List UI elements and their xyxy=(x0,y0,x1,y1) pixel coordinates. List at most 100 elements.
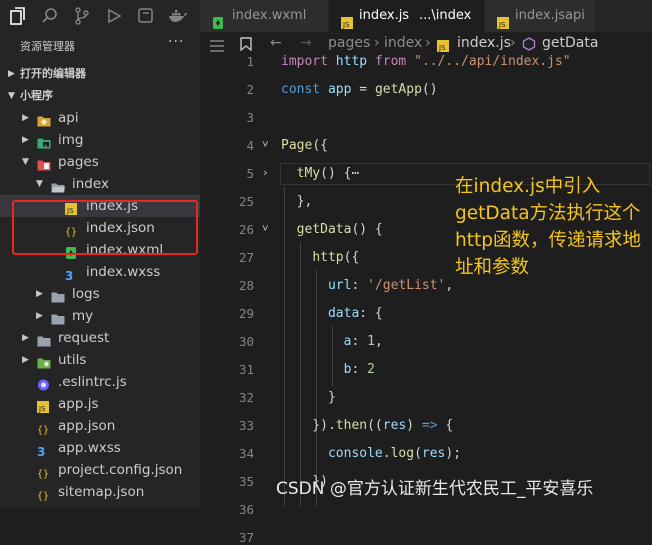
code-token: ( xyxy=(414,446,422,461)
fold-collapsed-icon[interactable]: › xyxy=(262,166,269,179)
wxss-file-icon: 3 xyxy=(65,266,79,283)
line-number: 4 xyxy=(246,138,254,153)
tab-label: index.js xyxy=(515,8,566,23)
svg-text:JS: JS xyxy=(438,44,446,52)
tree-item-app-js[interactable]: JS app.js xyxy=(0,393,200,415)
code-token: ); xyxy=(445,446,462,461)
chevron-down-icon: ▼ xyxy=(36,179,43,189)
explorer-icon[interactable] xyxy=(8,6,28,26)
code-token: from xyxy=(374,54,407,69)
breadcrumb-item[interactable]: index xyxy=(384,32,422,54)
fold-expanded-icon[interactable]: ˅ xyxy=(262,138,269,152)
fold-expanded-icon[interactable]: ˅ xyxy=(262,222,269,236)
tree-item-utils[interactable]: ▶ utils xyxy=(0,349,200,371)
code-token: ({ xyxy=(343,250,360,265)
source-control-icon[interactable] xyxy=(72,6,92,26)
line-number: 28 xyxy=(238,278,254,293)
json-file-icon: {} xyxy=(37,486,51,502)
svg-text:JS: JS xyxy=(38,405,46,413)
chevron-down-icon: ▼ xyxy=(8,91,15,101)
tree-item-label: index xyxy=(72,176,109,192)
breadcrumb-item[interactable]: index.js xyxy=(457,32,511,54)
docker-icon[interactable] xyxy=(168,6,188,26)
code-line: Page({ xyxy=(281,138,328,153)
line-number: 3 xyxy=(246,110,254,125)
code-token: 1 xyxy=(367,334,375,349)
utils-folder-icon xyxy=(37,354,51,369)
tree-item-pages[interactable]: ▼ pages xyxy=(0,151,200,173)
debug-icon[interactable] xyxy=(104,6,124,26)
folder-open-icon xyxy=(51,178,65,193)
tab-index-wxml[interactable]: index.wxml xyxy=(200,0,329,32)
code-token: url xyxy=(327,278,352,293)
line-number: 27 xyxy=(238,250,254,265)
api-folder-icon xyxy=(37,112,51,127)
tree-item-app-wxss[interactable]: 3 app.wxss xyxy=(0,437,200,459)
code-token: { xyxy=(437,418,454,433)
json-file-icon: {} xyxy=(37,420,51,436)
tree-item-logs[interactable]: ▶ logs xyxy=(0,283,200,305)
tree-item-app-json[interactable]: {} app.json xyxy=(0,415,200,437)
js-file-icon: JS xyxy=(497,10,509,29)
code-token: : xyxy=(351,362,368,377)
code-token: (( xyxy=(367,418,383,433)
wxss-file-icon: 3 xyxy=(37,442,51,459)
line-number: 33 xyxy=(238,418,254,433)
tree-item-label: img xyxy=(58,132,84,148)
line-number: 35 xyxy=(238,474,254,489)
code-line: getData() { xyxy=(281,222,383,237)
section-open-editors[interactable]: ▶ 打开的编辑器 xyxy=(0,63,200,85)
code-token: () { xyxy=(351,222,383,237)
tab-api-index-js[interactable]: JS index.js api xyxy=(485,0,596,32)
tree-item-index-wxss[interactable]: 3 index.wxss xyxy=(0,261,200,283)
tree-item-eslintrc-js[interactable]: .eslintrc.js xyxy=(0,371,200,393)
svg-text:3: 3 xyxy=(37,445,45,457)
tree-item-project-config-json[interactable]: {} project.config.json xyxy=(0,459,200,481)
more-actions-icon[interactable]: ··· xyxy=(168,34,184,50)
tree-item-label: request xyxy=(58,330,110,346)
code-token: getData xyxy=(296,222,352,237)
tree-item-request[interactable]: ▶ request xyxy=(0,327,200,349)
tab-path-suffix: api xyxy=(565,8,585,23)
line-number: 29 xyxy=(238,306,254,321)
line-number: 32 xyxy=(238,390,254,405)
tree-item-img[interactable]: ▶ img xyxy=(0,129,200,151)
code-token: , xyxy=(445,278,454,293)
breadcrumb-item[interactable]: getData xyxy=(542,32,598,54)
tree-item-api[interactable]: ▶ api xyxy=(0,107,200,129)
code-token: 2 xyxy=(367,362,375,377)
section-miniprogram[interactable]: ▼ 小程序 xyxy=(0,85,200,107)
search-icon[interactable] xyxy=(40,6,60,26)
tab-index-js-active[interactable]: JS index.js ...\index xyxy=(329,0,485,32)
code-line: const app = getApp() xyxy=(281,82,438,97)
chevron-right-icon: ▶ xyxy=(22,135,29,145)
tab-label: index.wxml xyxy=(232,8,307,23)
svg-text:{}: {} xyxy=(37,469,49,479)
extensions-icon[interactable] xyxy=(136,6,156,26)
tree-item-sitemap-json[interactable]: {} sitemap.json xyxy=(0,481,200,503)
explorer-title: 资源管理器 xyxy=(20,40,75,53)
tree-item-index[interactable]: ▼ index xyxy=(0,173,200,195)
json-file-icon: {} xyxy=(37,464,51,480)
activity-bar xyxy=(0,0,200,32)
code-line: a: 1, xyxy=(281,334,383,349)
line-number: 1 xyxy=(246,54,254,69)
back-arrow-icon[interactable]: ← xyxy=(270,32,282,54)
tab-path-suffix: ...\index xyxy=(419,8,472,23)
tree-item-label: app.wxss xyxy=(58,440,121,456)
chevron-right-icon: ▶ xyxy=(8,69,15,79)
breadcrumb-item[interactable]: pages xyxy=(328,32,370,54)
code-token: res xyxy=(382,418,407,433)
tree-item-label: index.wxss xyxy=(86,264,161,280)
code-line: console.log(res); xyxy=(281,446,461,461)
forward-arrow-icon[interactable]: → xyxy=(300,32,312,54)
tree-item-my[interactable]: ▶ my xyxy=(0,305,200,327)
code-token: }). xyxy=(281,418,336,433)
tree-item-label: project.config.json xyxy=(58,462,183,478)
code-token: getApp xyxy=(374,82,422,97)
